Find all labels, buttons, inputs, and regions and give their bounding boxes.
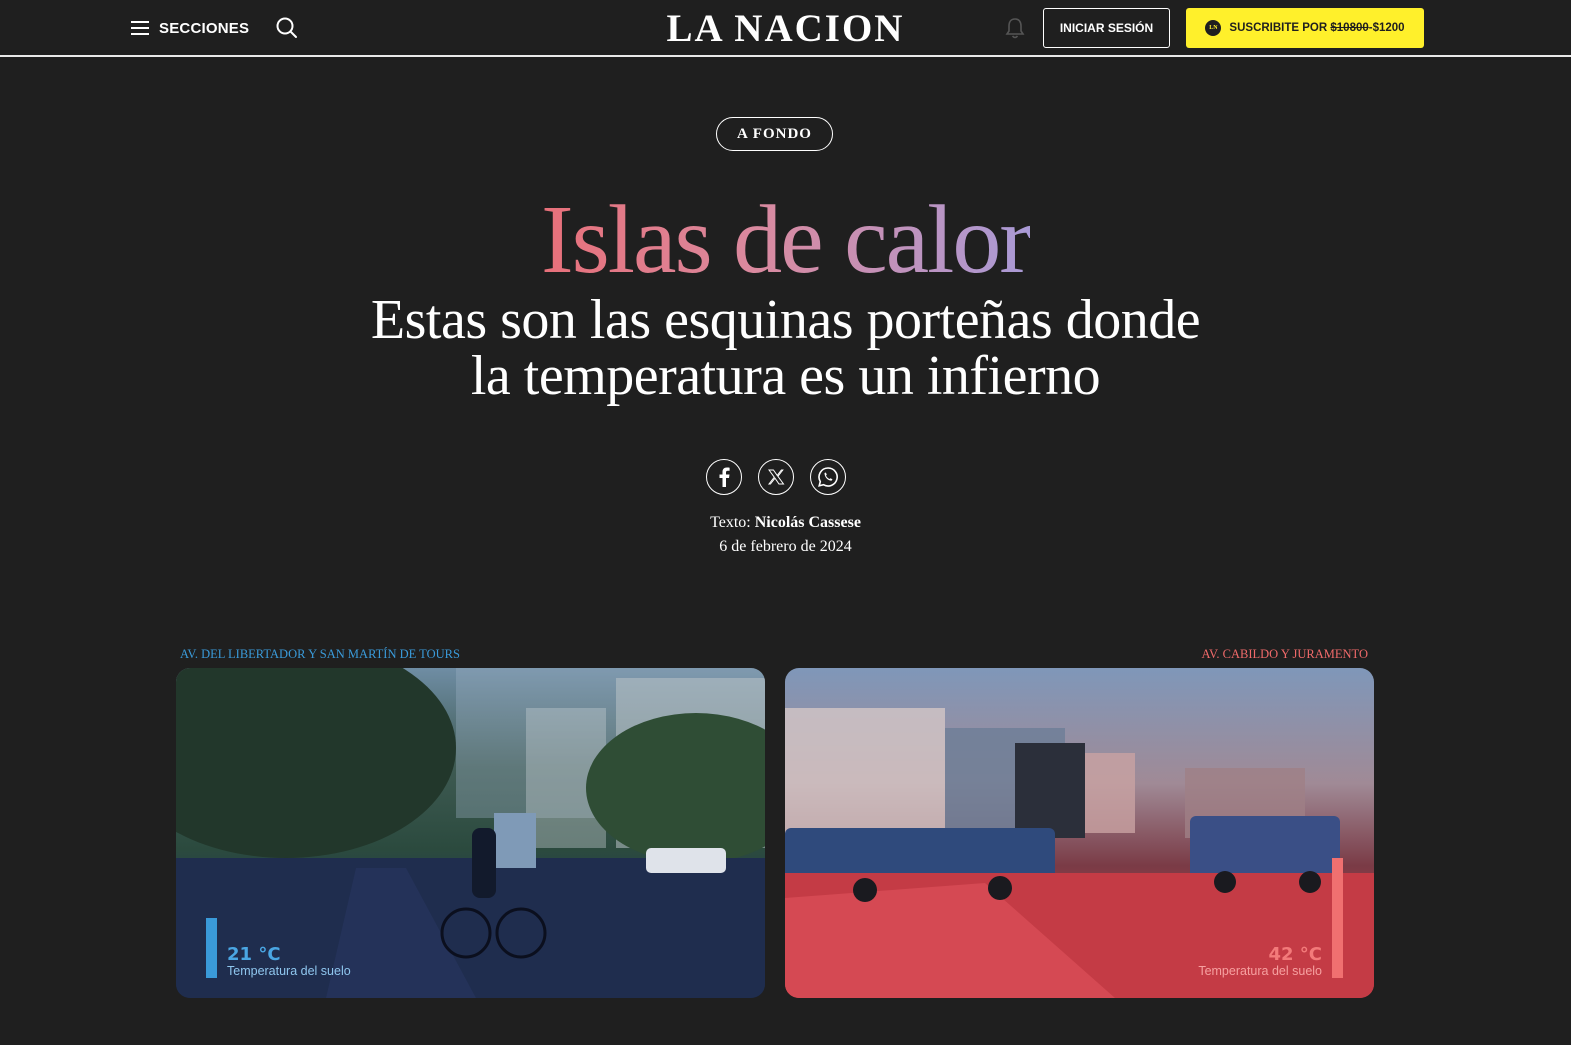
author-name[interactable]: Nicolás Cassese [755,514,861,531]
subscribe-button[interactable]: LN SUSCRIBITE POR $10800-$1200 [1186,8,1424,48]
hot-temperature-value: 42 °C [1268,944,1322,965]
login-button[interactable]: INICIAR SESIÓN [1043,8,1170,48]
bell-icon[interactable] [1004,16,1026,40]
article-title-text: Islas de calor [541,186,1032,294]
share-buttons [706,459,846,495]
cool-street-photo: 21 °C Temperatura del suelo [176,668,765,998]
whatsapp-icon[interactable] [810,459,846,495]
section-tag[interactable]: A FONDO [716,117,833,151]
hot-street-photo: 42 °C Temperatura del suelo [785,668,1374,998]
subscribe-old-price: $10800 [1330,22,1369,34]
ln-logo-icon: LN [1205,20,1222,36]
right-location-caption: AV. CABILDO Y JURAMENTO [1201,647,1368,661]
article-title: Islas de calor [0,185,1571,297]
byline: Texto: Nicolás Cassese [0,514,1571,532]
publish-date: 6 de febrero de 2024 [719,538,852,555]
article-subtitle: Estas son las esquinas porteñas donde la… [280,292,1291,404]
left-location-caption: AV. DEL LIBERTADOR Y SAN MARTÍN DE TOURS [180,647,460,661]
subtitle-line-2: la temperatura es un infierno [470,345,1101,407]
cool-temperature-label: Temperatura del suelo [227,964,351,978]
subscribe-new-price: -$1200 [1368,22,1405,34]
hot-temperature-bar [1332,858,1343,978]
subscribe-prefix: SUSCRIBITE POR [1229,22,1328,34]
facebook-icon[interactable] [706,459,742,495]
cool-temperature-value: 21 °C [227,944,281,965]
top-navigation-bar: SECCIONES LA NACION INICIAR SESIÓN LN SU… [0,0,1571,57]
cool-temperature-bar [206,918,217,978]
x-icon[interactable] [758,459,794,495]
subtitle-line-1: Estas son las esquinas porteñas donde [370,289,1201,351]
hot-temperature-label: Temperatura del suelo [1198,964,1322,978]
byline-prefix: Texto: [710,514,751,531]
